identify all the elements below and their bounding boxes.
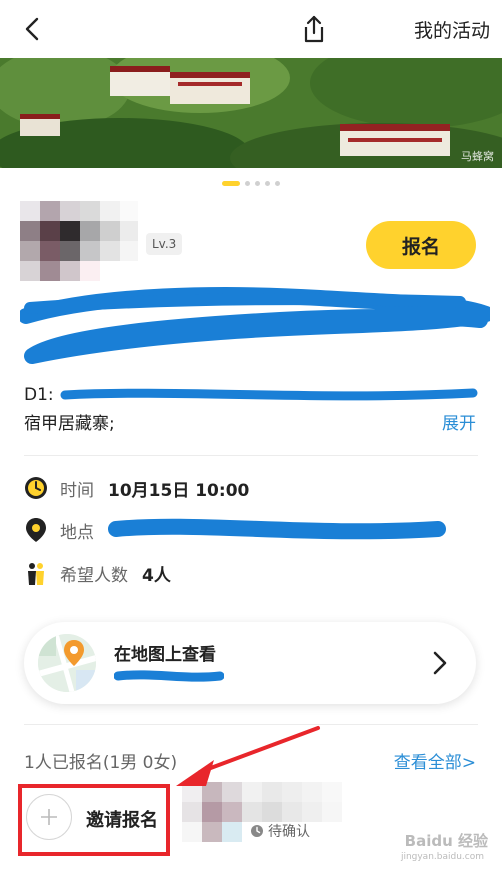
redaction-scribble bbox=[18, 287, 494, 364]
banner-scene bbox=[0, 58, 502, 168]
level-badge: Lv.3 bbox=[146, 233, 183, 255]
carousel-dot[interactable] bbox=[222, 180, 240, 186]
place-row: 地点 bbox=[24, 515, 448, 545]
my-activity-link[interactable]: 我的活动 bbox=[414, 16, 490, 43]
place-label: 地点 bbox=[60, 522, 94, 543]
carousel-dot[interactable] bbox=[245, 180, 250, 186]
place-value-redaction bbox=[108, 518, 446, 540]
time-label: 时间 bbox=[60, 480, 94, 501]
carousel-dot[interactable] bbox=[275, 180, 280, 186]
description-redaction bbox=[60, 388, 478, 401]
pending-status-label: 待确认 bbox=[268, 824, 310, 840]
banner-image[interactable]: 马蜂窝 bbox=[0, 58, 502, 168]
share-icon bbox=[304, 15, 324, 43]
divider bbox=[24, 724, 478, 725]
time-value: 10月15日 10:00 bbox=[108, 480, 250, 501]
chevron-right-icon bbox=[433, 651, 447, 675]
share-button[interactable] bbox=[296, 12, 332, 46]
people-label: 希望人数 bbox=[60, 565, 128, 586]
signup-button[interactable]: 报名 bbox=[366, 221, 476, 269]
enrolled-count: 1人已报名(1男 0女) bbox=[24, 753, 178, 773]
description-line2: 宿甲居藏寨; bbox=[24, 414, 115, 434]
clock-icon bbox=[24, 476, 48, 500]
map-icon bbox=[38, 634, 96, 692]
map-card-address-redacted bbox=[113, 668, 225, 688]
clock-small-icon bbox=[251, 825, 263, 837]
invite-button[interactable] bbox=[26, 794, 72, 840]
pending-status: 待确认 bbox=[250, 821, 310, 841]
time-row: 时间 10月15日 10:00 bbox=[24, 473, 249, 503]
carousel-dot[interactable] bbox=[265, 180, 270, 186]
carousel-indicator bbox=[0, 178, 502, 188]
organizer-avatar[interactable] bbox=[20, 201, 138, 281]
view-on-map-card[interactable]: 在地图上查看 bbox=[24, 622, 476, 704]
people-icon bbox=[24, 561, 48, 585]
top-nav-bar: 我的活动 bbox=[0, 0, 502, 58]
back-button[interactable] bbox=[14, 12, 50, 46]
banner-watermark: 马蜂窝 bbox=[461, 150, 494, 163]
map-card-title: 在地图上查看 bbox=[114, 645, 216, 665]
people-value: 4人 bbox=[142, 565, 171, 586]
baidu-watermark-url: jingyan.baidu.com bbox=[400, 852, 484, 862]
invite-label[interactable]: 邀请报名 bbox=[86, 806, 158, 832]
people-row: 希望人数 4人 bbox=[24, 558, 171, 588]
address-redaction bbox=[113, 670, 225, 682]
description-prefix: D1: bbox=[24, 385, 54, 405]
chevron-left-icon bbox=[25, 17, 39, 41]
location-pin-icon bbox=[24, 518, 48, 542]
baidu-watermark: Baidu 经验 bbox=[404, 832, 488, 850]
plus-icon bbox=[41, 809, 57, 825]
pixelated-avatar-image bbox=[20, 201, 138, 281]
view-all-link[interactable]: 查看全部> bbox=[394, 748, 476, 773]
expand-link[interactable]: 展开 bbox=[442, 409, 476, 434]
divider bbox=[24, 455, 478, 456]
carousel-dot[interactable] bbox=[255, 180, 260, 186]
description-line1: D1: bbox=[24, 382, 484, 408]
activity-title-redacted bbox=[18, 286, 494, 366]
